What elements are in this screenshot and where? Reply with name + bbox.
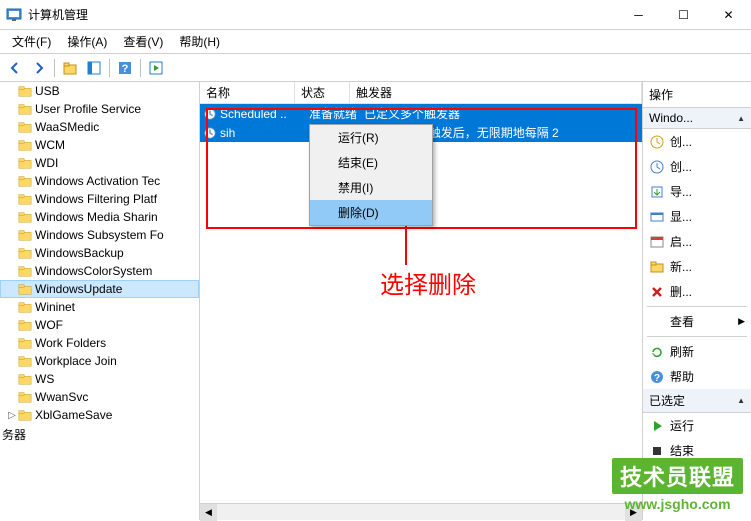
run-toolbar-button[interactable] [145, 57, 167, 79]
menu-view[interactable]: 查看(V) [115, 31, 171, 52]
action-new-task[interactable]: 创... [643, 129, 751, 154]
tree-bottom-label: 务器 [0, 424, 199, 445]
menu-action[interactable]: 操作(A) [59, 31, 115, 52]
col-trigger[interactable]: 触发器 [350, 82, 642, 103]
maximize-button[interactable]: ☐ [661, 0, 706, 29]
show-icon [649, 209, 665, 225]
menubar: 文件(F) 操作(A) 查看(V) 帮助(H) [0, 30, 751, 54]
tree-item-usb[interactable]: USB [0, 82, 199, 100]
tree-item-wwansvc[interactable]: WwanSvc [0, 388, 199, 406]
action-new-basic[interactable]: 创... [643, 154, 751, 179]
tree-item-windowsupdate[interactable]: WindowsUpdate [0, 280, 199, 298]
import-icon [649, 184, 665, 200]
tree-item-windows-subsystem-fo[interactable]: Windows Subsystem Fo [0, 226, 199, 244]
col-name[interactable]: 名称 [200, 82, 295, 103]
new-task-icon [649, 134, 665, 150]
tree-panel: USBUser Profile ServiceWaaSMedicWCMWDIWi… [0, 82, 200, 520]
context-end[interactable]: 结束(E) [310, 150, 432, 175]
scroll-left-icon[interactable]: ◀ [200, 504, 217, 521]
refresh-icon [649, 344, 665, 360]
tree-item-windows-media-sharin[interactable]: Windows Media Sharin [0, 208, 199, 226]
menu-help[interactable]: 帮助(H) [171, 31, 228, 52]
tree-item-work-folders[interactable]: Work Folders [0, 334, 199, 352]
run-icon [649, 418, 665, 434]
tree-item-workplace-join[interactable]: Workplace Join [0, 352, 199, 370]
tree-item-wcm[interactable]: WCM [0, 136, 199, 154]
list-header: 名称 状态 触发器 [200, 82, 642, 104]
actions-panel: 操作 Windo... ▲ 创...创...导...显...启...新...删.… [643, 82, 751, 520]
action-delete-x[interactable]: 删... [643, 279, 751, 304]
forward-button[interactable] [28, 57, 50, 79]
up-button[interactable] [59, 57, 81, 79]
window-title: 计算机管理 [28, 6, 616, 23]
action-help[interactable]: ?帮助 [643, 364, 751, 389]
chevron-right-icon: ▶ [738, 316, 745, 327]
actions-header: 操作 [643, 82, 751, 108]
task-row[interactable]: Scheduled ..准备就绪已定义多个触发器 [200, 104, 642, 123]
tree-item-user-profile-service[interactable]: User Profile Service [0, 100, 199, 118]
tree-item-windowsbackup[interactable]: WindowsBackup [0, 244, 199, 262]
tree-item-windows-activation-tec[interactable]: Windows Activation Tec [0, 172, 199, 190]
enable-icon [649, 234, 665, 250]
actions-section-selected[interactable]: 已选定 ▲ [643, 389, 751, 413]
action-enable[interactable]: 启... [643, 229, 751, 254]
svg-text:?: ? [122, 63, 129, 75]
actions-section-windows[interactable]: Windo... ▲ [643, 108, 751, 129]
tree-item-windows-filtering-platf[interactable]: Windows Filtering Platf [0, 190, 199, 208]
tree-item-waasmedic[interactable]: WaaSMedic [0, 118, 199, 136]
minimize-button[interactable]: ─ [616, 0, 661, 29]
col-status[interactable]: 状态 [295, 82, 350, 103]
new-folder-icon [649, 259, 665, 275]
action-new-folder[interactable]: 新... [643, 254, 751, 279]
context-menu: 运行(R) 结束(E) 禁用(I) 删除(D) [309, 124, 433, 226]
help-button[interactable]: ? [114, 57, 136, 79]
tree-item-wof[interactable]: WOF [0, 316, 199, 334]
tree-item-xblgamesave[interactable]: ▷XblGameSave [0, 406, 199, 424]
context-run[interactable]: 运行(R) [310, 125, 432, 150]
tree-item-wdi[interactable]: WDI [0, 154, 199, 172]
context-disable[interactable]: 禁用(I) [310, 175, 432, 200]
back-button[interactable] [4, 57, 26, 79]
action-view[interactable]: 查看 ▶ [643, 309, 751, 334]
end-icon [649, 443, 665, 459]
svg-text:?: ? [654, 373, 660, 384]
horizontal-scrollbar[interactable]: ◀ ▶ [200, 503, 642, 520]
help-icon: ? [649, 369, 665, 385]
tree-item-windowscolorsystem[interactable]: WindowsColorSystem [0, 262, 199, 280]
menu-file[interactable]: 文件(F) [4, 31, 59, 52]
tree-item-ws[interactable]: WS [0, 370, 199, 388]
scroll-right-icon[interactable]: ▶ [625, 504, 642, 521]
collapse-icon: ▲ [737, 114, 745, 123]
collapse-icon: ▲ [737, 396, 745, 405]
action-end[interactable]: 结束 [643, 438, 751, 463]
toolbar: ? [0, 54, 751, 82]
titlebar: 计算机管理 ─ ☐ ✕ [0, 0, 751, 30]
delete-x-icon [649, 284, 665, 300]
action-refresh[interactable]: 刷新 [643, 339, 751, 364]
new-basic-icon [649, 159, 665, 175]
close-button[interactable]: ✕ [706, 0, 751, 29]
action-import[interactable]: 导... [643, 179, 751, 204]
action-show[interactable]: 显... [643, 204, 751, 229]
show-hide-button[interactable] [83, 57, 105, 79]
context-delete[interactable]: 删除(D) [310, 200, 432, 225]
action-run[interactable]: 运行 [643, 413, 751, 438]
app-icon [6, 7, 22, 23]
tree-item-wininet[interactable]: Wininet [0, 298, 199, 316]
